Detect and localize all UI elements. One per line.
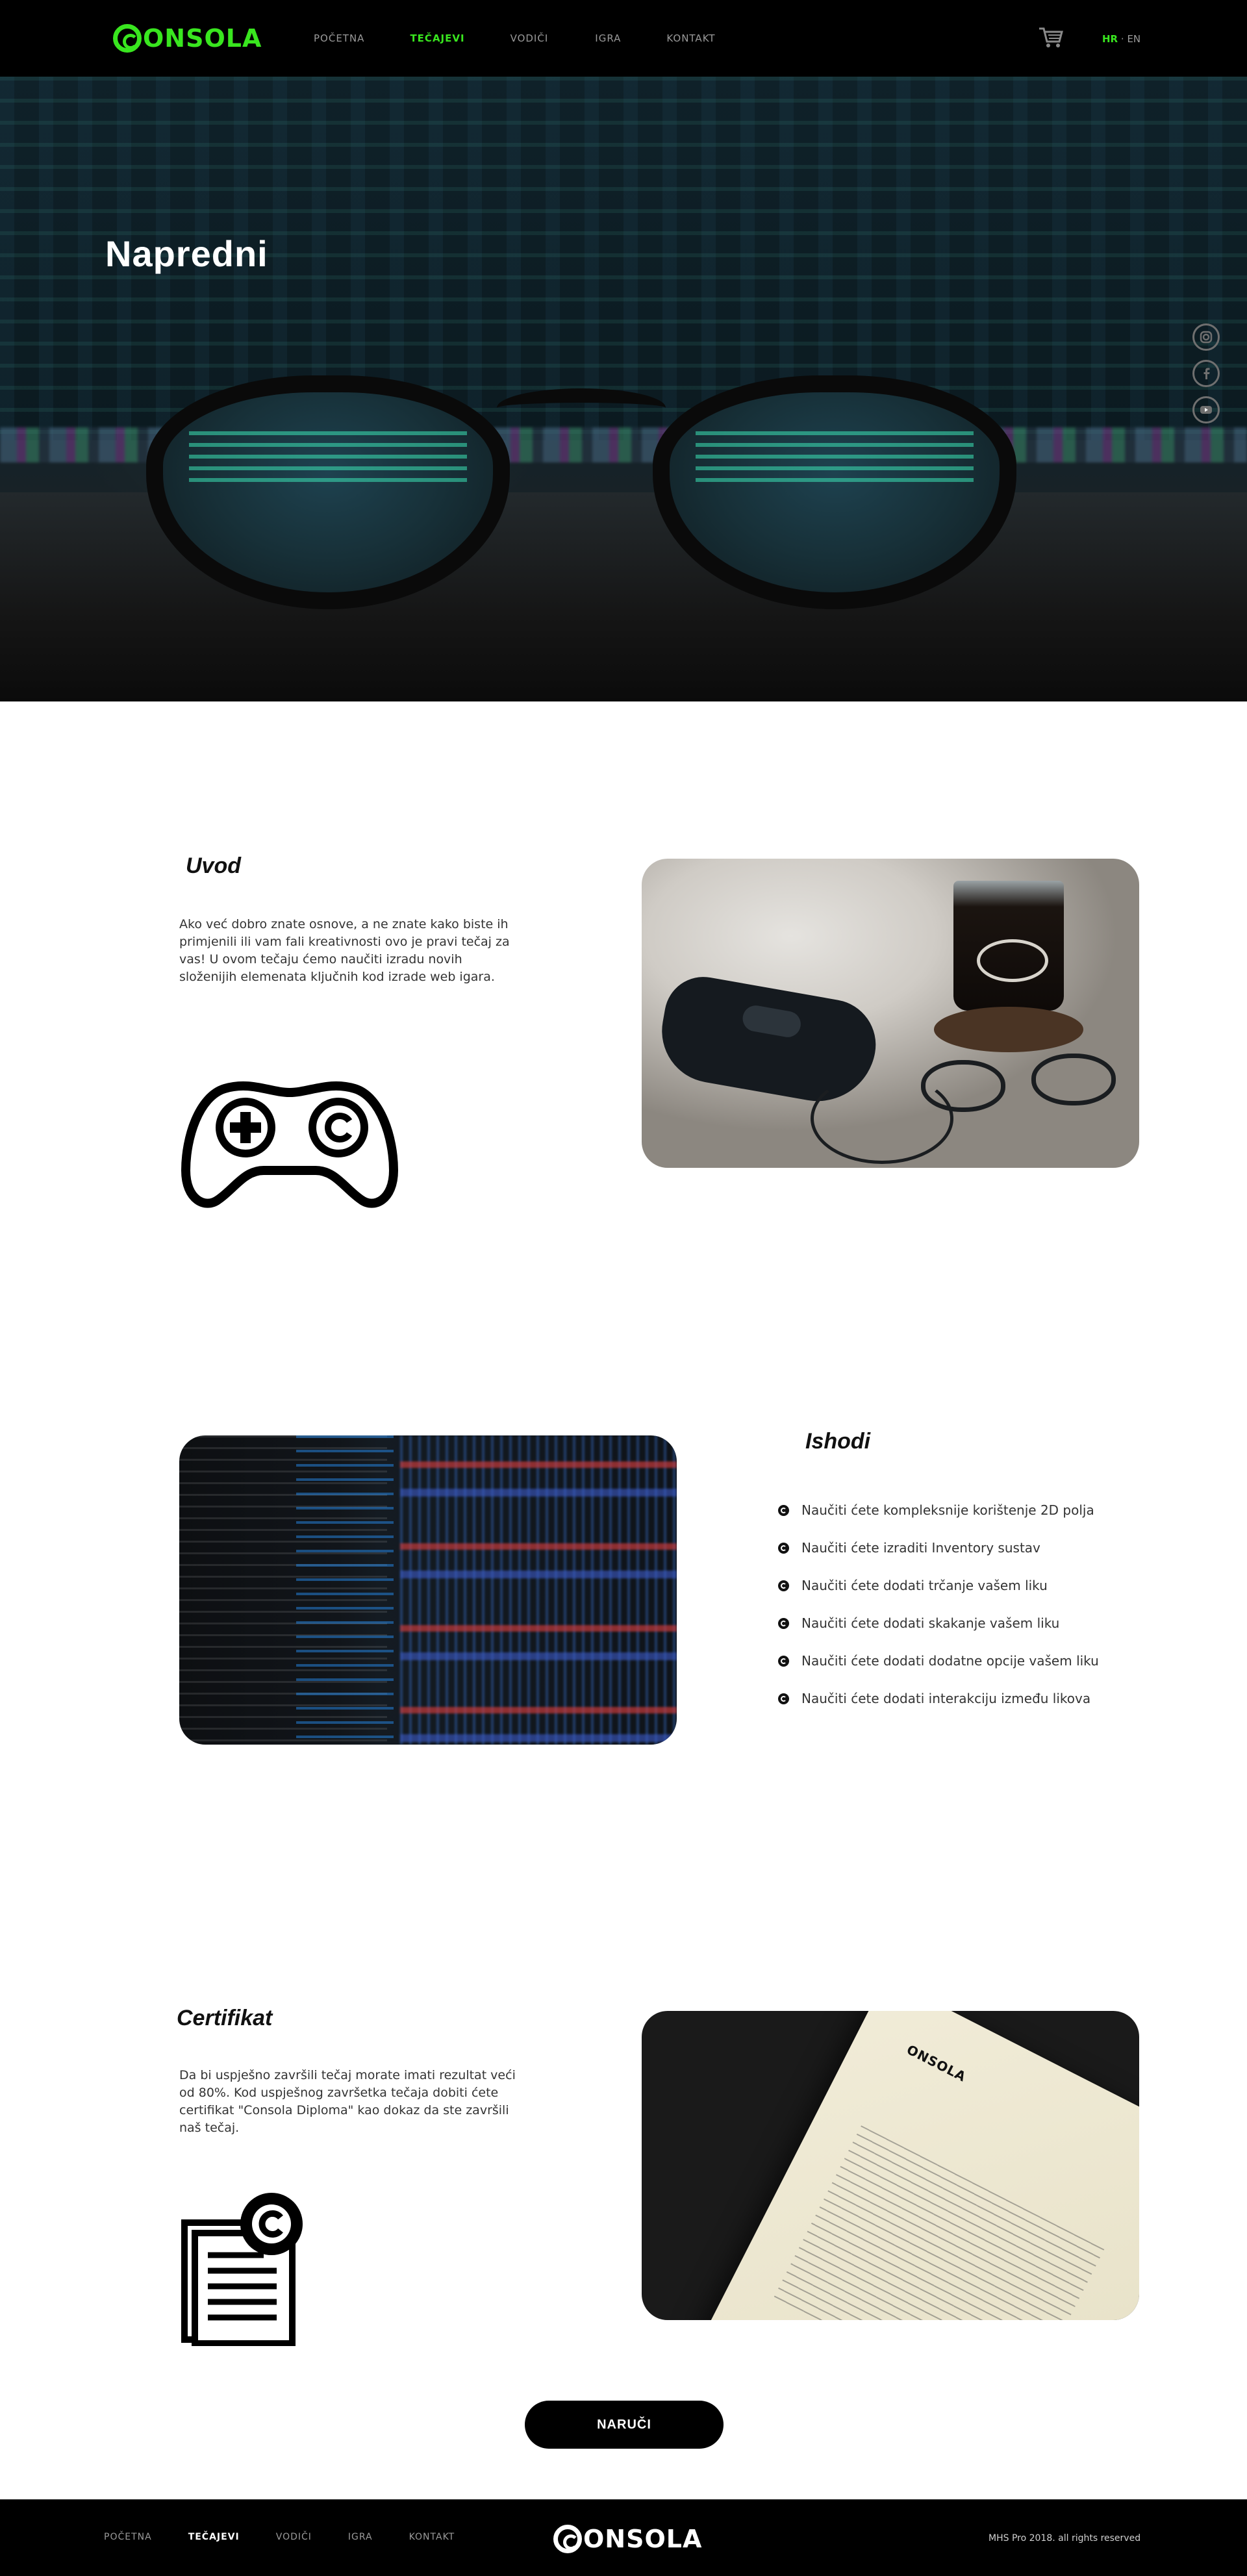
language-switcher: HR · EN	[1102, 33, 1140, 45]
logo-text: ONSOLA	[143, 24, 262, 53]
youtube-icon[interactable]	[1192, 396, 1220, 423]
nav-link-tecajevi[interactable]: TEČAJEVI	[410, 32, 464, 44]
main-nav: POČETNA TEČAJEVI VODIČI IGRA KONTAKT	[314, 32, 716, 44]
ishodi-list: Naučiti ćete kompleksnije korištenje 2D …	[778, 1491, 1099, 1717]
uvod-photo-controller	[642, 859, 1139, 1168]
lang-hr[interactable]: HR	[1102, 33, 1118, 45]
ishodi-photo-editor	[179, 1435, 677, 1745]
copyright: MHS Pro 2018. all rights reserved	[989, 2533, 1141, 2544]
nav-link-kontakt[interactable]: KONTAKT	[666, 32, 715, 44]
certifikat-heading: Certifikat	[177, 2006, 273, 2030]
nav-link-pocetna[interactable]: POČETNA	[314, 32, 364, 44]
footer-link-kontakt[interactable]: KONTAKT	[409, 2532, 455, 2542]
footer-link-vodici[interactable]: VODIČI	[276, 2532, 312, 2542]
consola-bullet-icon	[778, 1504, 789, 1516]
nav-link-vodici[interactable]: VODIČI	[510, 32, 549, 44]
footer-logo[interactable]: ONSOLA	[553, 2524, 702, 2554]
footer-nav: POČETNA TEČAJEVI VODIČI IGRA KONTAKT	[104, 2532, 455, 2542]
gamepad-icon	[179, 1067, 400, 1219]
certificate-document-icon	[179, 2190, 309, 2349]
order-button[interactable]: NARUČI	[525, 2401, 724, 2449]
ishodi-heading: Ishodi	[805, 1429, 871, 1454]
brand-logo[interactable]: ONSOLA	[113, 23, 262, 53]
list-item: Naučiti ćete dodati trčanje vašem liku	[778, 1567, 1099, 1604]
lang-en[interactable]: EN	[1127, 33, 1140, 45]
footer-link-pocetna[interactable]: POČETNA	[104, 2532, 152, 2542]
list-item: Naučiti ćete dodati skakanje vašem liku	[778, 1604, 1099, 1642]
list-item: Naučiti ćete dodati dodatne opcije vašem…	[778, 1642, 1099, 1680]
uvod-heading: Uvod	[186, 853, 241, 878]
consola-bullet-icon	[778, 1580, 789, 1591]
facebook-icon[interactable]	[1192, 360, 1220, 387]
hero-banner: Napredni	[0, 77, 1247, 701]
consola-bullet-icon	[778, 1655, 789, 1667]
footer: POČETNA TEČAJEVI VODIČI IGRA KONTAKT ONS…	[0, 2499, 1247, 2576]
certifikat-text: Da bi uspješno završili tečaj morate ima…	[179, 2068, 516, 2135]
nav-link-igra[interactable]: IGRA	[595, 32, 621, 44]
footer-link-igra[interactable]: IGRA	[348, 2532, 373, 2542]
uvod-text: Ako već dobro znate osnove, a ne znate k…	[179, 917, 510, 984]
list-item: Naučiti ćete dodati interakciju između l…	[778, 1680, 1099, 1717]
list-item: Naučiti ćete kompleksnije korištenje 2D …	[778, 1491, 1099, 1529]
diploma-logo: ONSOLA	[904, 2041, 969, 2085]
lang-separator: ·	[1120, 33, 1124, 45]
consola-bullet-icon	[778, 1542, 789, 1554]
hero-glasses-image	[146, 349, 1055, 661]
consola-bullet-icon	[778, 1693, 789, 1704]
list-item: Naučiti ćete izraditi Inventory sustav	[778, 1529, 1099, 1567]
page-title: Napredni	[105, 233, 268, 274]
instagram-icon[interactable]	[1192, 323, 1220, 351]
certifikat-photo-diploma: ONSOLA	[642, 2011, 1139, 2320]
shopping-cart-icon[interactable]	[1038, 26, 1064, 49]
consola-bullet-icon	[778, 1617, 789, 1629]
footer-logo-text: ONSOLA	[583, 2525, 703, 2553]
logo-c-icon	[113, 24, 142, 53]
footer-link-tecajevi[interactable]: TEČAJEVI	[188, 2532, 240, 2542]
top-navbar: ONSOLA POČETNA TEČAJEVI VODIČI IGRA KONT…	[0, 0, 1247, 77]
logo-c-icon	[553, 2525, 582, 2553]
